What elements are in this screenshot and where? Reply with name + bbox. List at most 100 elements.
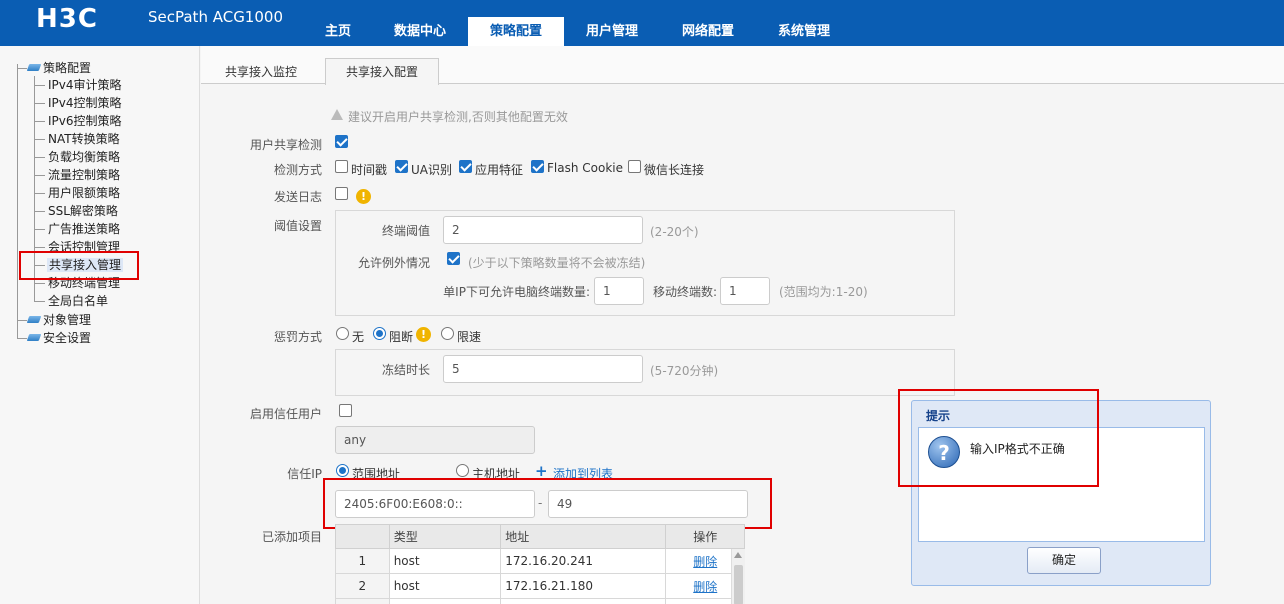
nav-policy-config[interactable]: 策略配置 [468,17,564,46]
mobile-terminal-label: 移动终端数: [653,285,718,299]
nav-home[interactable]: 主页 [311,17,365,46]
sidebar-item-load-balance[interactable]: 负载均衡策略 [48,150,120,164]
row-type [388,598,502,604]
share-detect-label: 用户共享检测 [249,138,322,152]
wechat-conn-checkbox[interactable] [628,160,641,173]
ok-button[interactable]: 确定 [1027,547,1101,574]
flash-cookie-checkbox[interactable] [531,160,544,173]
warning-triangle-icon [331,109,343,120]
timestamp-checkbox[interactable] [335,160,348,173]
share-detect-checkbox[interactable] [335,135,348,148]
freeze-duration-hint: (5-720分钟) [650,364,719,378]
tree-line [34,175,45,176]
column-header: 类型 [388,524,502,549]
sidebar-item-ipv4-audit[interactable]: IPv4审计策略 [48,78,122,92]
tree-root-security[interactable]: 安全设置 [43,331,91,345]
delete-link[interactable]: 删除 [693,555,717,569]
sidebar-item-ad-push[interactable]: 广告推送策略 [48,222,120,236]
trust-user-input[interactable]: any [335,426,535,454]
nav-data-center[interactable]: 数据中心 [382,17,458,46]
terminal-threshold-label: 终端阈值 [381,224,430,238]
column-header [335,524,390,549]
table-row: 1 host 172.16.20.241 删除 [335,548,745,574]
tree-line [34,247,45,248]
pc-terminal-input[interactable]: 1 [594,277,644,305]
ua-checkbox[interactable] [395,160,408,173]
product-name: SecPath ACG1000 [148,8,283,26]
table-scrollbar[interactable] [731,549,745,604]
row-address [500,598,667,604]
trust-user-checkbox[interactable] [339,404,352,417]
h3c-logo: H3C [36,4,98,34]
punish-label: 惩罚方式 [273,330,322,344]
tree-line [17,320,27,321]
scroll-up-icon[interactable] [734,552,742,558]
tab-shared-access-config[interactable]: 共享接入配置 [325,58,439,85]
freeze-duration-label: 冻结时长 [381,363,430,377]
tree-line [34,157,45,158]
tree-line [34,121,45,122]
tree-line [17,64,18,338]
tree-line [34,229,45,230]
row-number [335,598,390,604]
table-row [335,598,745,604]
timestamp-label: 时间戳 [351,163,388,177]
punish-none-radio[interactable] [336,327,349,340]
pc-terminal-label: 单IP下可允许电脑终端数量: [443,285,590,299]
sidebar-item-ssl-decrypt[interactable]: SSL解密策略 [48,204,118,218]
highlight-box-ip [323,478,772,529]
punish-block-radio[interactable] [373,327,386,340]
sidebar-item-global-whitelist[interactable]: 全局白名单 [48,294,108,308]
punish-limit-radio[interactable] [441,327,454,340]
wechat-conn-label: 微信长连接 [644,163,705,177]
row-address: 172.16.21.180 [500,573,667,599]
folder-icon [26,64,42,71]
sidebar-item-nat[interactable]: NAT转换策略 [48,132,120,146]
app-feature-checkbox[interactable] [459,160,472,173]
sidebar-item-user-quota[interactable]: 用户限额策略 [48,186,120,200]
nav-network-config[interactable]: 网络配置 [670,17,746,46]
host-address-radio[interactable] [456,464,469,477]
range-hint: (范围均为:1-20) [779,285,868,299]
ua-label: UA识别 [411,163,452,177]
freeze-duration-input[interactable]: 5 [443,355,643,383]
delete-link[interactable]: 删除 [693,580,717,594]
tree-root-policy[interactable]: 策略配置 [43,61,91,75]
exception-checkbox[interactable] [447,252,460,265]
row-address: 172.16.20.241 [500,548,667,574]
column-header: 操作 [665,524,745,549]
nav-user-management[interactable]: 用户管理 [574,17,650,46]
tab-shared-access-monitor[interactable]: 共享接入监控 [212,58,310,84]
table-row: 2 host 172.16.21.180 删除 [335,573,745,599]
added-items-table: 类型 地址 操作 1 host 172.16.20.241 删除 2 host … [335,524,745,604]
punish-block-label: 阻断 [389,330,414,344]
share-detect-notice: 建议开启用户共享检测,否则其他配置无效 [348,110,568,124]
tree-line [34,103,45,104]
info-warning-icon: ! [356,189,371,204]
tree-line [34,211,45,212]
send-log-checkbox[interactable] [335,187,348,200]
tree-root-objects[interactable]: 对象管理 [43,313,91,327]
added-items-label: 已添加项目 [261,530,322,544]
nav-system-management[interactable]: 系统管理 [766,17,842,46]
punish-none-label: 无 [352,330,365,344]
sidebar-item-ipv6-control[interactable]: IPv6控制策略 [48,114,122,128]
row-type: host [388,548,502,574]
tree-line [17,68,27,69]
terminal-threshold-input[interactable]: 2 [443,216,643,244]
row-type: host [388,573,502,599]
threshold-label: 阈值设置 [273,219,322,233]
highlight-box-dialog [898,389,1099,487]
row-number: 2 [335,573,390,599]
mobile-terminal-input[interactable]: 1 [720,277,770,305]
sidebar-tree: 策略配置 IPv4审计策略 IPv4控制策略 IPv6控制策略 NAT转换策略 … [0,46,200,604]
sidebar-item-ipv4-control[interactable]: IPv4控制策略 [48,96,122,110]
scroll-thumb[interactable] [734,565,743,604]
trust-user-label: 启用信任用户 [249,407,322,421]
sidebar-item-traffic-control[interactable]: 流量控制策略 [48,168,120,182]
tree-line [34,193,45,194]
terminal-threshold-hint: (2-20个) [650,225,699,239]
exception-label: 允许例外情况 [357,256,430,270]
range-address-radio[interactable] [336,464,349,477]
trust-ip-label: 信任IP [287,467,322,481]
